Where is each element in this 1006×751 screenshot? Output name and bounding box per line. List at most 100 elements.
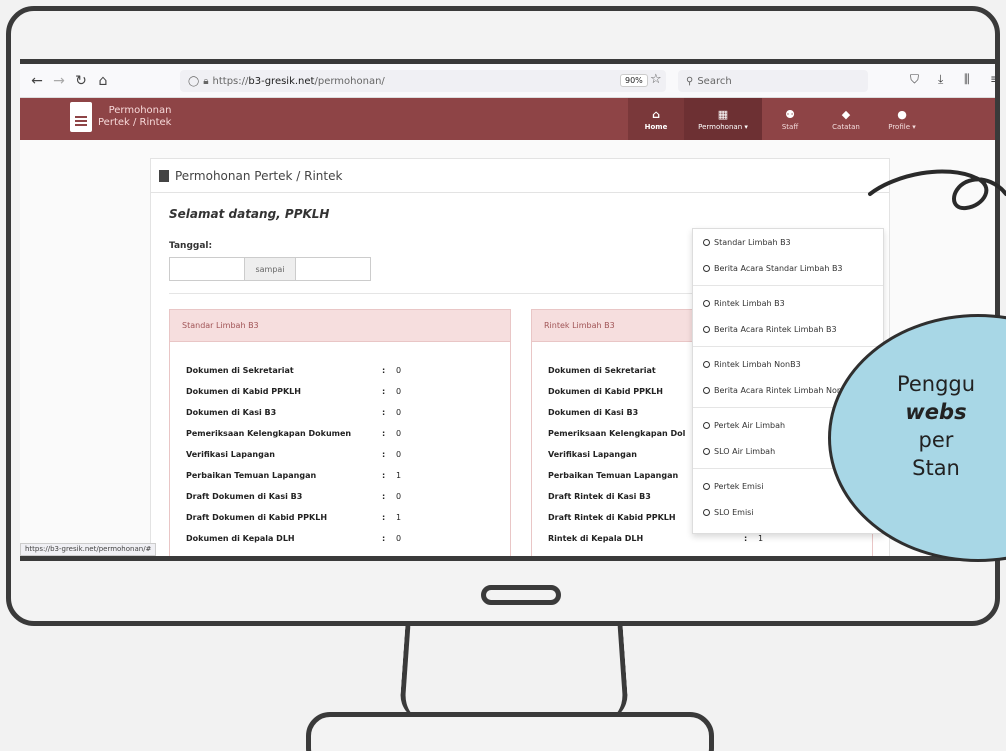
home-icon[interactable]: ⌂ (92, 73, 114, 89)
search-input[interactable]: ⚲ Search (678, 70, 868, 92)
zoom-badge[interactable]: 90% (620, 74, 648, 87)
welcome-message: Selamat datang, PPKLH (169, 207, 330, 221)
hamburger-menu-icon[interactable]: ≡ (990, 72, 995, 86)
dropdown-item-label: Standar Limbah B3 (714, 237, 791, 247)
stat-label: Pemeriksaan Kelengkapan Dokumen (186, 429, 352, 438)
circle-icon (703, 325, 710, 333)
stat-value: 0 (396, 408, 402, 417)
url-path: /permohonan/ (314, 75, 385, 87)
stat-separator: : (382, 513, 386, 522)
browser-toolbar: ← → ↻ ⌂ ◯ 🔒︎ https://b3-gresik.net/permo… (20, 64, 995, 98)
stat-separator: : (382, 366, 386, 375)
stat-separator: : (382, 534, 386, 543)
brand-line1: Permohonan (108, 105, 172, 116)
stat-separator: : (382, 408, 386, 417)
stat-value: 1 (396, 513, 402, 522)
menu-catatan[interactable]: ◆ Catatan (818, 98, 874, 140)
monitor-frame: ← → ↻ ⌂ ◯ 🔒︎ https://b3-gresik.net/permo… (6, 6, 1000, 626)
lock-icon: 🔒︎ (203, 75, 209, 87)
circle-icon (703, 238, 710, 246)
main-menu: ⌂ Home ▦ Permohonan ▾ ⚉ Staff ◆ Catatan (628, 98, 930, 140)
stat-label: Dokumen di Kabid PPKLH (186, 387, 301, 396)
bookmark-star-icon[interactable]: ☆ (650, 72, 662, 87)
dropdown-item-label: Berita Acara Rintek Limbah NonB3 (714, 385, 853, 395)
circle-icon (703, 360, 710, 368)
bubble-line4: Stan (912, 456, 960, 480)
url-prefix: https:// (212, 75, 249, 87)
url-host: b3-gresik.net (248, 75, 315, 87)
menu-permohonan-label: Permohonan ▾ (698, 122, 748, 131)
date-to-input[interactable] (295, 257, 371, 281)
stat-separator: : (382, 387, 386, 396)
stat-label: Dokumen di Kepala DLH (186, 534, 295, 543)
pocket-icon[interactable]: ⛉ (910, 72, 919, 87)
back-icon[interactable]: ← (26, 73, 48, 89)
dropdown-item-label: Pertek Air Limbah (714, 420, 786, 430)
decorative-squiggle (868, 169, 1006, 211)
panel-title: Permohonan Pertek / Rintek (151, 159, 889, 193)
monitor-stand-left (398, 626, 434, 721)
dropdown-item[interactable]: Berita Acara Rintek Limbah B3 (693, 316, 883, 342)
circle-icon (703, 264, 710, 272)
stat-value: 0 (396, 450, 402, 459)
dropdown-item[interactable]: Standar Limbah B3 (693, 229, 883, 255)
forward-icon[interactable]: → (48, 73, 70, 89)
dropdown-item-label: Berita Acara Standar Limbah B3 (714, 263, 843, 273)
menu-staff[interactable]: ⚉ Staff (762, 98, 818, 140)
circle-icon (703, 482, 710, 490)
menu-profile[interactable]: ● Profile ▾ (874, 98, 930, 140)
brand-line2: Pertek / Rintek (98, 117, 172, 128)
document-icon (70, 102, 92, 132)
stat-value: 23 (396, 555, 407, 561)
dropdown-item-label: SLO Air Limbah (714, 446, 776, 456)
circle-icon (703, 447, 710, 455)
stat-label: Draft Dokumen di Kasi B3 (186, 492, 303, 501)
stat-separator: : (382, 429, 386, 438)
dropdown-divider (693, 285, 883, 286)
menu-permohonan[interactable]: ▦ Permohonan ▾ (684, 98, 762, 140)
page-title: Permohonan Pertek / Rintek (175, 168, 343, 183)
menu-profile-label: Profile ▾ (888, 122, 916, 131)
table-row: Verifikasi Lapangan: 0 (186, 444, 456, 465)
dropdown-item[interactable]: Berita Acara Standar Limbah B3 (693, 255, 883, 281)
circle-icon (703, 508, 710, 516)
stat-separator: : (382, 555, 386, 561)
stat-value: 0 (396, 534, 402, 543)
card-title: Standar Limbah B3 (170, 310, 510, 342)
stat-table: Dokumen di Sekretariat:0 Dokumen di Kabid… (186, 360, 456, 561)
brand-logo[interactable]: Permohonan Pertek / Rintek (70, 102, 171, 132)
comment-icon: ◆ (841, 107, 851, 121)
reload-icon[interactable]: ↻ (70, 73, 92, 89)
stat-value: 0 (396, 366, 402, 375)
date-from-input[interactable] (169, 257, 245, 281)
calendar-icon: ▦ (717, 107, 729, 121)
stat-label: Verifikasi Lapangan (186, 450, 275, 459)
url-bar[interactable]: ◯ 🔒︎ https://b3-gresik.net/permohonan/ (180, 70, 666, 92)
download-icon[interactable]: ⤓ (938, 72, 943, 87)
home-icon: ⌂ (652, 107, 660, 121)
stat-separator: : (382, 492, 386, 501)
table-row: Draft Dokumen di Kasi B3: 0 (186, 486, 456, 507)
illustration-stage: ← → ↻ ⌂ ◯ 🔒︎ https://b3-gresik.net/permo… (0, 0, 1006, 751)
dropdown-item-label: Pertek Emisi (714, 481, 764, 491)
monitor-base (306, 712, 714, 751)
monitor-stand-right (594, 626, 630, 721)
circle-icon (703, 299, 710, 307)
dropdown-item[interactable]: Rintek Limbah B3 (693, 290, 883, 316)
stat-value: 205 (758, 555, 774, 561)
user-icon: ● (897, 107, 907, 121)
table-row: Pemeriksaan Kelengkapan Dokumen: 0 (186, 423, 456, 444)
stat-value: 0 (396, 387, 402, 396)
menu-staff-label: Staff (781, 122, 799, 131)
library-icon[interactable]: ⫼ (964, 72, 970, 87)
menu-home[interactable]: ⌂ Home (628, 98, 684, 140)
date-range-separator: sampai (245, 257, 295, 281)
table-row: Draft Dokumen di Kabid PPKLH: 1 (186, 507, 456, 528)
dropdown-item-label: Berita Acara Rintek Limbah B3 (714, 324, 837, 334)
card-standar-limbah: Standar Limbah B3 Dokumen di Sekretariat… (169, 309, 511, 561)
users-icon: ⚉ (785, 107, 795, 121)
search-placeholder: Search (697, 75, 732, 87)
dropdown-item-label: Rintek Limbah B3 (714, 298, 785, 308)
bubble-line2: webs (905, 400, 967, 424)
site-header: Permohonan Pertek / Rintek ⌂ Home ▦ Perm… (20, 98, 995, 140)
